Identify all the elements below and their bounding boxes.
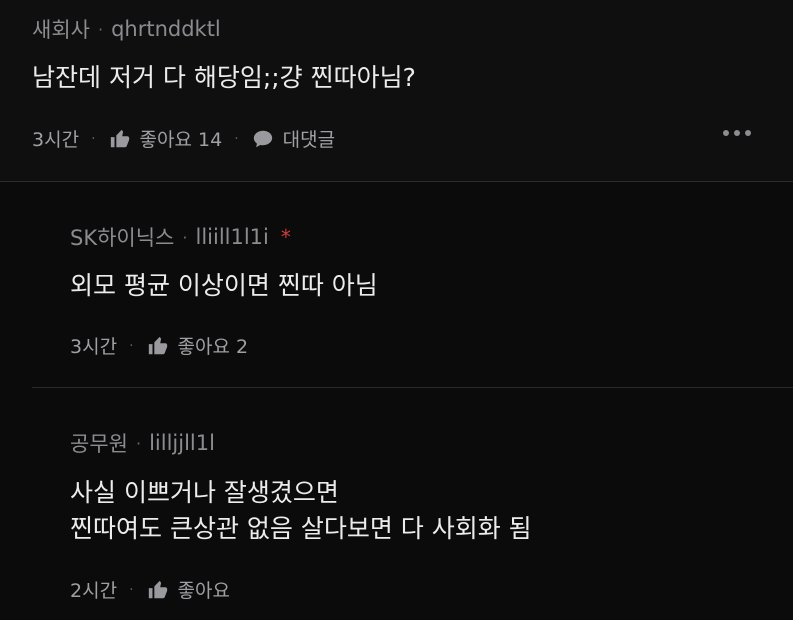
like-button[interactable]: 좋아요: [178, 576, 230, 603]
action-separator: ·: [129, 337, 134, 354]
reply-divider: [32, 387, 793, 388]
speech-bubble-icon[interactable]: [251, 127, 275, 151]
reply-button[interactable]: 대댓글: [283, 125, 335, 152]
comment-username[interactable]: qhrtnddktl: [111, 17, 221, 41]
thumbs-up-icon[interactable]: [146, 578, 170, 602]
author-star-badge: *: [280, 225, 291, 249]
comment-text: 남잔데 저거 다 해당임;;걍 찐따아님?: [32, 63, 416, 92]
comment-author[interactable]: 새회사: [32, 14, 90, 44]
reply-text-line-1: 사실 이쁘거나 잘생겼으면: [70, 478, 339, 507]
thumbs-up-icon[interactable]: [146, 334, 170, 358]
thumbs-up-icon[interactable]: [108, 127, 132, 151]
reply-text: 외모 평균 이상이면 찐따 아님: [70, 271, 378, 300]
comment-meta: 새회사 · qhrtnddktl: [32, 14, 221, 44]
action-separator: ·: [234, 130, 239, 147]
reply-time: 3시간: [70, 336, 118, 358]
reply-author[interactable]: 공무원: [70, 428, 128, 458]
meta-separator: ·: [135, 433, 142, 453]
reply-actions: 2시간 · 좋아요: [70, 576, 230, 603]
reply-username[interactable]: lliill1l1i: [195, 225, 268, 249]
reply-username[interactable]: lilljjll1l: [149, 431, 215, 455]
comment-divider: [0, 181, 793, 182]
reply-time: 2시간: [70, 580, 118, 602]
reply-text-line-2: 찐따여도 큰상관 없음 살다보면 다 사회화 됨: [70, 514, 532, 543]
action-separator: ·: [91, 130, 96, 147]
reply-meta: 공무원 · lilljjll1l: [70, 428, 215, 458]
like-button[interactable]: 좋아요 14: [140, 125, 223, 152]
reply-author[interactable]: SK하이닉스: [70, 222, 174, 252]
comment-time: 3시간: [32, 129, 80, 151]
comment-actions: 3시간 · 좋아요 14 · 대댓글: [32, 125, 335, 152]
reply-actions: 3시간 · 좋아요 2: [70, 332, 248, 359]
meta-separator: ·: [182, 227, 188, 247]
meta-separator: ·: [97, 19, 104, 39]
more-dots-icon[interactable]: [723, 130, 751, 136]
action-separator: ·: [129, 581, 134, 598]
like-button[interactable]: 좋아요 2: [178, 332, 249, 359]
reply-meta: SK하이닉스 · lliill1l1i *: [70, 222, 291, 252]
